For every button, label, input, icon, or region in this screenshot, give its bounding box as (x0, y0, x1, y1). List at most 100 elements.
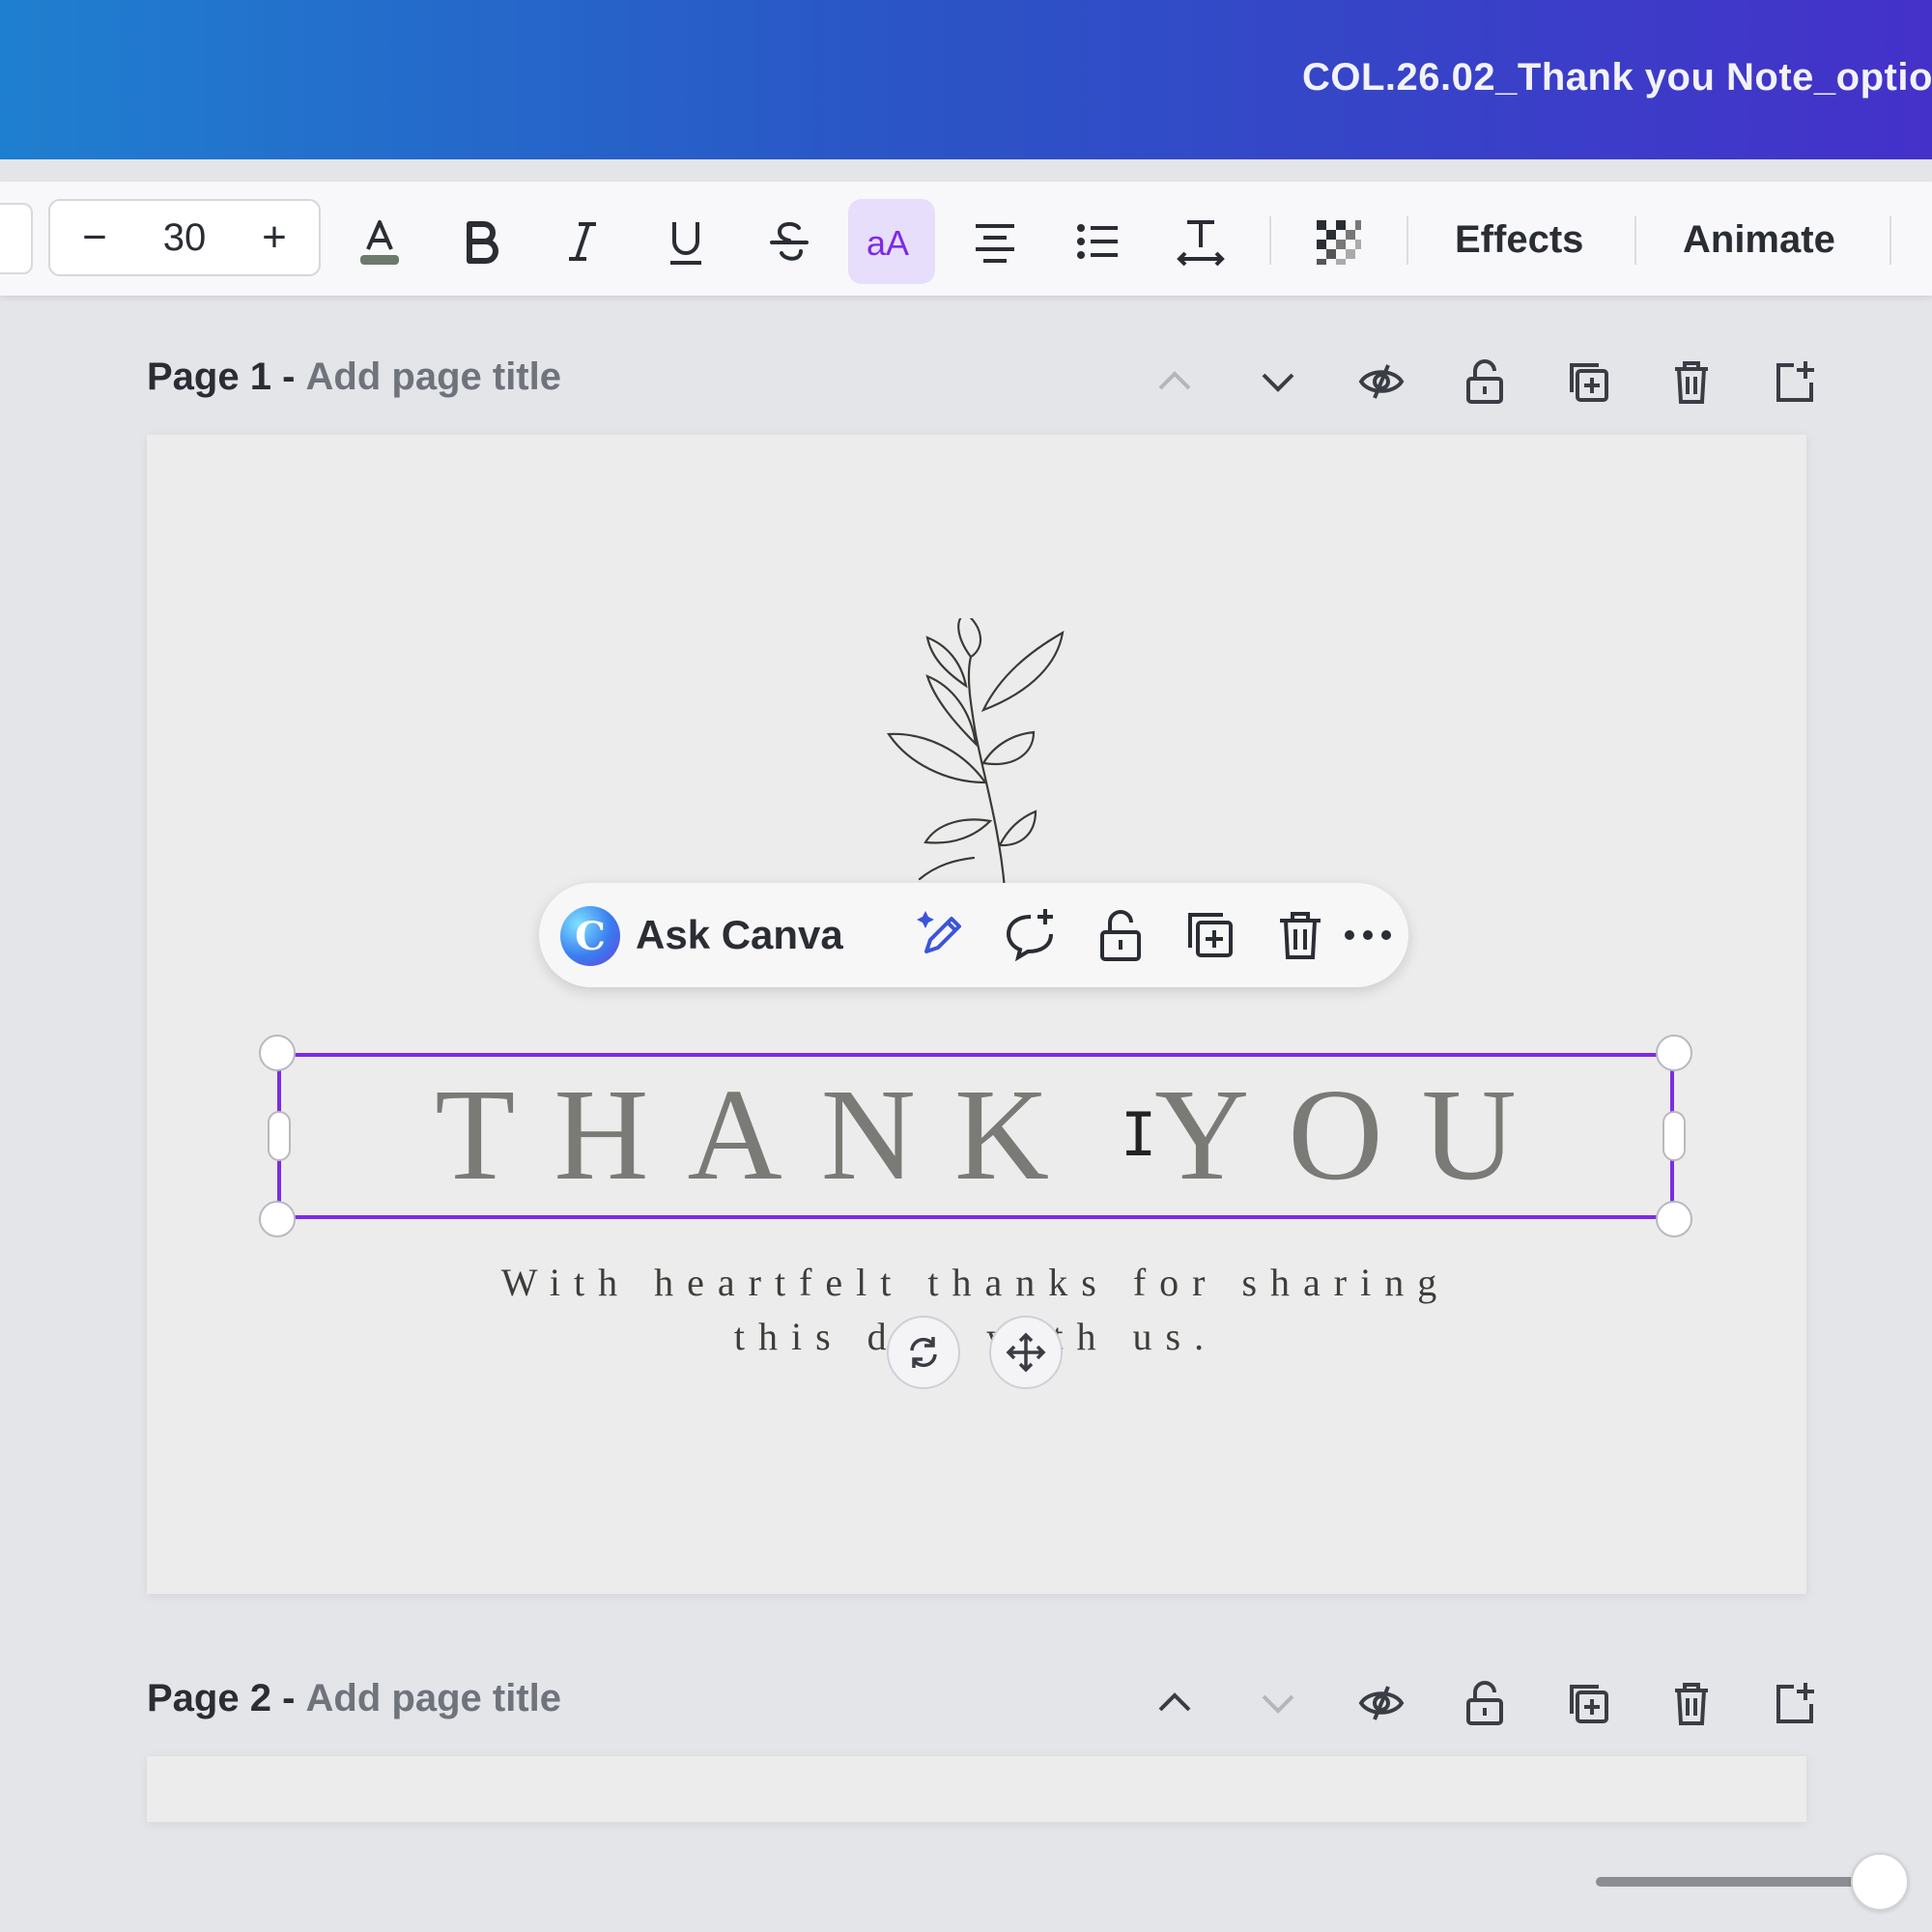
move-page-up-button[interactable] (1122, 1669, 1226, 1737)
text-color-button[interactable] (336, 199, 423, 284)
trash-icon (1280, 912, 1321, 959)
font-size-control: − 30 + (48, 199, 321, 276)
text-cursor-icon: I (1121, 1099, 1157, 1170)
trash-icon (1674, 361, 1708, 404)
move-page-up-button[interactable] (1122, 348, 1226, 415)
italic-button[interactable] (539, 199, 626, 284)
move-button[interactable] (989, 1316, 1063, 1389)
duplicate-icon (1188, 913, 1233, 957)
document-title[interactable]: COL.26.02_Thank you Note_optio (1302, 56, 1932, 99)
bullet-list-icon (1077, 224, 1118, 259)
zoom-slider-handle[interactable] (1851, 1853, 1909, 1911)
magic-pencil-icon (917, 911, 961, 953)
page-2-canvas[interactable] (147, 1756, 1806, 1822)
resize-handle-bottom-left[interactable] (259, 1201, 296, 1237)
bullet-list-button[interactable] (1055, 199, 1142, 284)
strikethrough-icon (770, 221, 809, 261)
spacing-button[interactable] (1157, 199, 1244, 284)
duplicate-page-button[interactable] (1536, 348, 1639, 415)
add-page-button[interactable] (1743, 1669, 1846, 1737)
subtitle-line-1: With heartfelt thanks for sharing (500, 1261, 1451, 1304)
comment-button[interactable] (992, 900, 1069, 970)
move-arrows-icon (1006, 1332, 1046, 1373)
page-number: Page 2 - (147, 1677, 296, 1719)
animate-button[interactable]: Animate (1683, 211, 1835, 269)
toolbar-divider (1269, 216, 1271, 265)
toolbar-divider (1889, 216, 1891, 265)
chevron-up-icon (1158, 1692, 1190, 1712)
unlock-icon (1465, 359, 1503, 404)
duplicate-element-button[interactable] (1172, 900, 1249, 970)
increase-font-size-button[interactable]: + (245, 209, 303, 267)
page-1-header: Page 1 - Add page title (147, 348, 1814, 415)
ask-canva-button[interactable]: Ask Canva (636, 912, 843, 958)
text-color-icon (360, 220, 399, 265)
chevron-down-icon (1262, 373, 1293, 392)
lock-page-button[interactable] (1433, 348, 1536, 415)
eye-slash-icon (1358, 364, 1404, 399)
toolbar-divider (1634, 216, 1636, 265)
page-2-label[interactable]: Page 2 - Add page title (147, 1677, 561, 1720)
resize-handle-bottom-right[interactable] (1656, 1201, 1692, 1237)
transparency-button[interactable] (1294, 199, 1381, 284)
delete-page-button[interactable] (1639, 1669, 1743, 1737)
page-actions (1122, 348, 1846, 415)
underline-icon (670, 222, 701, 265)
align-center-icon (976, 224, 1014, 263)
letter-case-button[interactable]: aA (848, 199, 935, 284)
rotate-button[interactable] (887, 1316, 960, 1389)
page-title-input[interactable]: Add page title (306, 1677, 561, 1719)
align-center-button[interactable] (952, 199, 1038, 284)
leaf-illustration (887, 618, 1065, 889)
add-comment-icon (1006, 909, 1053, 962)
italic-icon (569, 222, 596, 261)
letter-spacing-icon (1177, 220, 1225, 267)
transparency-icon (1317, 220, 1361, 265)
page-title-input[interactable]: Add page title (306, 355, 561, 398)
resize-handle-top-right[interactable] (1656, 1035, 1692, 1071)
subtitle-text[interactable]: With heartfelt thanks for sharing this d… (425, 1256, 1526, 1364)
resize-handle-left[interactable] (268, 1111, 291, 1161)
delete-page-button[interactable] (1639, 348, 1743, 415)
page-1-canvas[interactable] (147, 435, 1806, 1594)
resize-handle-top-left[interactable] (259, 1035, 296, 1071)
strikethrough-button[interactable] (746, 199, 833, 284)
canva-assistant-logo[interactable]: C (560, 906, 620, 966)
underline-button[interactable] (642, 199, 729, 284)
font-family-dropdown[interactable] (0, 203, 33, 274)
page-number: Page 1 - (147, 355, 296, 398)
selection-frame (277, 1053, 1674, 1219)
resize-handle-right[interactable] (1662, 1111, 1686, 1161)
duplicate-page-button[interactable] (1536, 1669, 1639, 1737)
element-context-menu: C Ask Canva (539, 883, 1408, 987)
unlock-icon (1465, 1681, 1503, 1725)
move-page-down-button[interactable] (1226, 348, 1329, 415)
page-2-header: Page 2 - Add page title (147, 1669, 1814, 1737)
toolbar-divider (1406, 216, 1408, 265)
letter-case-icon: aA (867, 223, 909, 263)
add-page-button[interactable] (1743, 348, 1846, 415)
bold-button[interactable] (438, 199, 525, 284)
chevron-up-icon (1158, 371, 1190, 390)
hide-page-button[interactable] (1329, 348, 1433, 415)
page-1-label[interactable]: Page 1 - Add page title (147, 355, 561, 399)
font-size-input[interactable]: 30 (163, 216, 207, 260)
text-toolbar: − 30 + aA Effects Animate (0, 182, 1932, 296)
add-page-icon (1776, 1683, 1814, 1723)
more-options-button[interactable] (1339, 900, 1397, 970)
add-page-icon (1776, 361, 1814, 402)
lock-element-button[interactable] (1082, 900, 1159, 970)
magic-write-button[interactable] (902, 900, 980, 970)
chevron-down-icon (1262, 1694, 1293, 1714)
effects-button[interactable]: Effects (1455, 211, 1583, 269)
hide-page-button[interactable] (1329, 1669, 1433, 1737)
delete-element-button[interactable] (1262, 900, 1339, 970)
decrease-font-size-button[interactable]: − (66, 209, 124, 267)
zoom-slider-track[interactable] (1596, 1877, 1886, 1887)
rotate-icon (910, 1337, 937, 1368)
eye-slash-icon (1358, 1686, 1404, 1720)
lock-page-button[interactable] (1433, 1669, 1536, 1737)
move-page-down-button[interactable] (1226, 1669, 1329, 1737)
duplicate-icon (1569, 363, 1608, 402)
trash-icon (1674, 1683, 1708, 1725)
